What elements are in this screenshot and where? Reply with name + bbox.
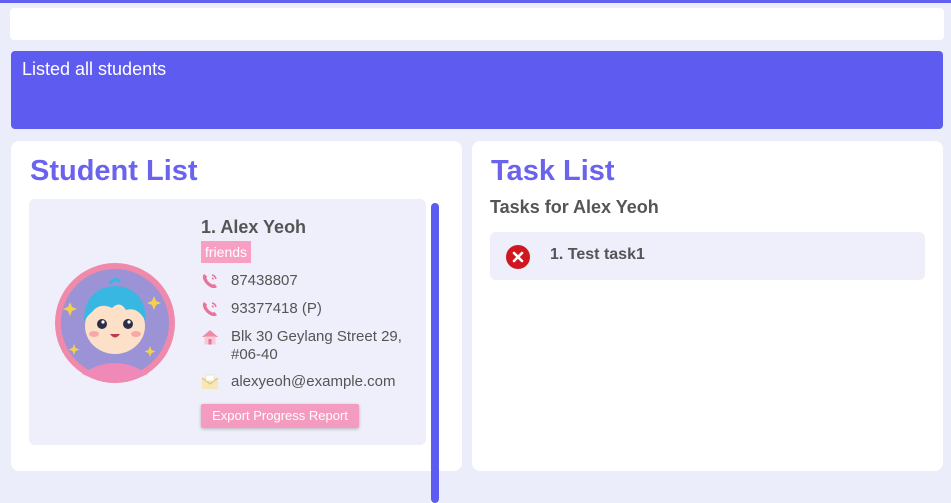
student-list-scrollbar[interactable] bbox=[431, 203, 439, 503]
phone-number: 87438807 bbox=[231, 272, 298, 289]
student-list-title: Student List bbox=[30, 155, 198, 187]
house-icon bbox=[202, 330, 218, 345]
student-list-panel: Student List 1. Alex Yeoh friends 874388… bbox=[11, 141, 462, 503]
phone-icon bbox=[202, 274, 217, 289]
envelope-icon bbox=[201, 374, 219, 389]
task-item[interactable]: 1. Test task1 bbox=[490, 232, 925, 280]
task-list-title: Task List bbox=[491, 155, 615, 187]
student-tag: friends bbox=[201, 241, 252, 263]
task-label: 1. Test task1 bbox=[550, 246, 645, 263]
email-row: alexyeoh@example.com bbox=[201, 373, 416, 391]
task-list-subtitle: Tasks for Alex Yeoh bbox=[490, 197, 659, 217]
incomplete-x-icon bbox=[506, 245, 530, 269]
result-display: Listed all students bbox=[11, 51, 943, 129]
export-progress-report-button[interactable]: Export Progress Report bbox=[201, 404, 359, 428]
address: Blk 30 Geylang Street 29, #06-40 bbox=[231, 328, 402, 363]
phone-row: 87438807 bbox=[201, 272, 416, 290]
student-avatar-icon bbox=[55, 263, 175, 383]
address-row: Blk 30 Geylang Street 29, #06-40 bbox=[201, 328, 416, 364]
student-name: 1. Alex Yeoh bbox=[201, 217, 307, 237]
command-input[interactable] bbox=[10, 8, 944, 40]
email: alexyeoh@example.com bbox=[231, 373, 396, 390]
student-card[interactable]: 1. Alex Yeoh friends 87438807 93377418 (… bbox=[29, 199, 426, 445]
task-list-panel: Task List Tasks for Alex Yeoh 1. Test ta… bbox=[472, 141, 943, 471]
result-message: Listed all students bbox=[22, 59, 167, 79]
parent-phone-row: 93377418 (P) bbox=[201, 300, 416, 318]
parent-phone-number: 93377418 (P) bbox=[231, 300, 322, 317]
phone-icon bbox=[202, 302, 217, 317]
top-accent-bar bbox=[0, 0, 951, 3]
